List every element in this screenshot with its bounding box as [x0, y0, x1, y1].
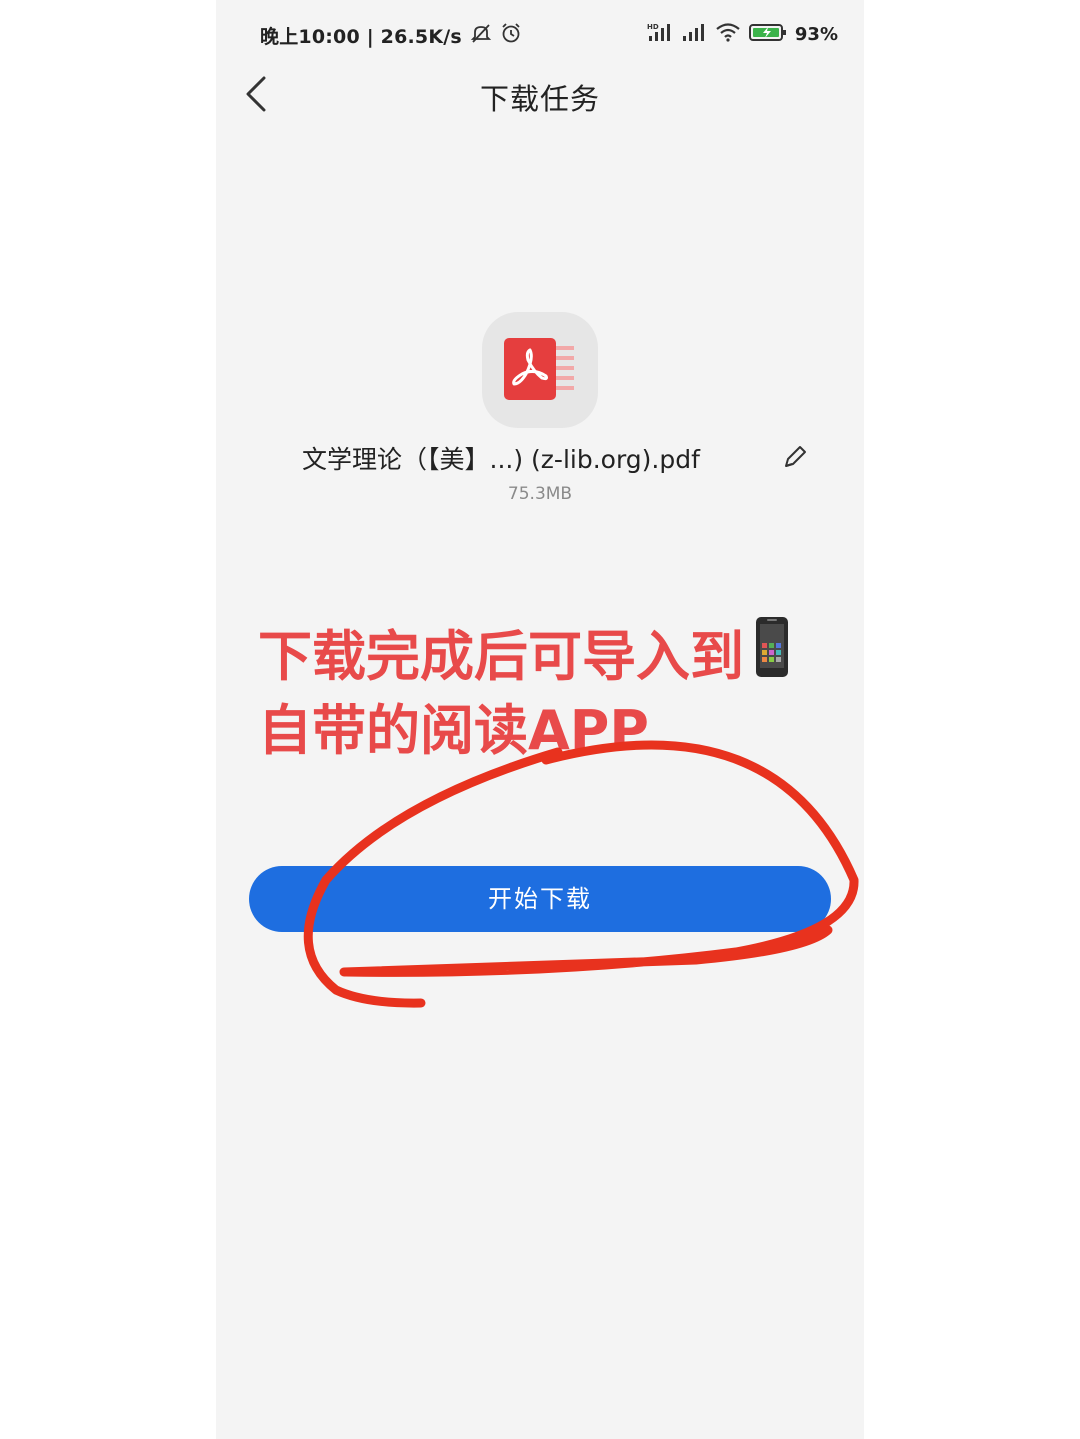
file-size: 75.3MB — [507, 484, 573, 504]
file-name-row: 文学理论（【美】...) (z-lib.org).pdf — [216, 440, 864, 480]
pencil-icon — [785, 446, 806, 467]
signal-icon — [681, 22, 707, 47]
annotation-line-1-text: 下载完成后可导入到 — [258, 625, 744, 688]
battery-percentage: 93% — [794, 24, 838, 45]
status-left: 晚上10:00 | 26.5K/s — [260, 22, 522, 49]
status-right: HD 93% — [647, 22, 838, 47]
status-time-speed: 晚上10:00 | 26.5K/s — [260, 26, 462, 48]
file-name: 文学理论（【美】...) (z-lib.org).pdf — [302, 445, 700, 474]
annotation-text: 下载完成后可导入到 自带的阅读APP — [258, 616, 858, 766]
svg-text:HD: HD — [647, 23, 659, 31]
annotation-line-2: 自带的阅读APP — [258, 698, 649, 762]
annotation-line-1: 下载完成后可导入到 — [258, 616, 858, 696]
rename-button[interactable] — [780, 442, 810, 472]
mobile-phone-icon — [754, 615, 790, 696]
hd-signal-icon: HD — [647, 22, 673, 47]
start-download-button[interactable]: 开始下载 — [249, 866, 831, 932]
phone-screen: 晚上10:00 | 26.5K/s HD 93% 下载任务 文学理论（【美】..… — [216, 0, 864, 1439]
pdf-file-icon — [504, 338, 574, 400]
bell-off-icon — [470, 22, 492, 49]
file-icon-container — [482, 312, 598, 428]
status-bar: 晚上10:00 | 26.5K/s HD 93% — [216, 0, 864, 70]
page: 晚上10:00 | 26.5K/s HD 93% 下载任务 文学理论（【美】..… — [0, 0, 1080, 1439]
wifi-icon — [715, 22, 741, 47]
alarm-icon — [500, 22, 522, 49]
page-title: 下载任务 — [479, 82, 600, 116]
battery-charging-icon — [748, 22, 787, 47]
